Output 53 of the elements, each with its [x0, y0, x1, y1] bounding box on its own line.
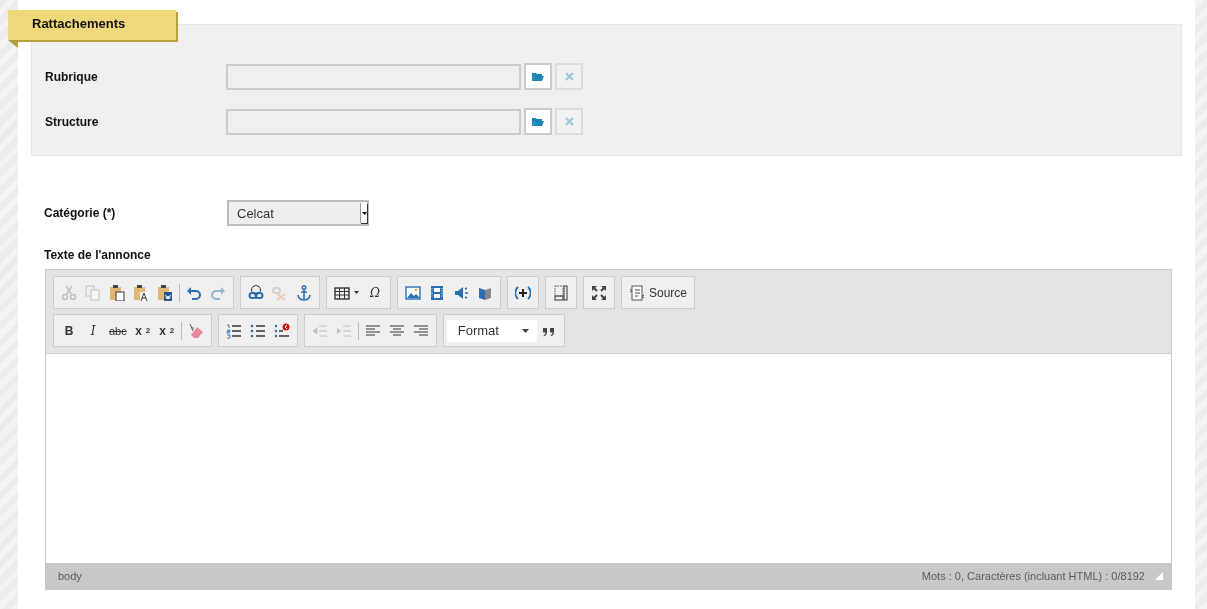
field-label: Texte de l'annonce	[43, 247, 152, 262]
format-button[interactable]: I	[81, 318, 105, 343]
anchor-icon	[296, 284, 312, 301]
tab-fold	[8, 40, 18, 48]
numbered-list-icon	[225, 322, 242, 339]
eraser-icon	[187, 322, 204, 339]
maximize-icon	[591, 284, 607, 301]
list-remove-icon	[273, 322, 290, 339]
link-icon	[248, 284, 264, 301]
input-field[interactable]	[226, 108, 521, 135]
caret-icon	[521, 328, 529, 333]
format-button[interactable]: B	[57, 318, 81, 343]
plus-parens-icon	[515, 284, 531, 301]
scissors-icon	[61, 284, 77, 301]
film-icon	[429, 284, 445, 301]
format-button[interactable]: abc	[105, 318, 131, 343]
format-button[interactable]: x$^{2}$	[154, 318, 179, 343]
align-left-icon	[364, 322, 381, 339]
category-select[interactable]: Celcat	[227, 200, 369, 226]
character-counter: Mots : 0, Caractères (incluant HTML) : 0/8192	[921, 570, 1145, 582]
format-button[interactable]: Ω	[363, 280, 387, 305]
close-icon	[564, 117, 574, 126]
bulleted-list-icon	[249, 322, 266, 339]
format-dropdown[interactable]: Format	[446, 319, 537, 342]
field-label: Catégorie (*)	[44, 206, 117, 220]
folder-icon	[532, 72, 544, 81]
source-code-icon	[629, 284, 645, 301]
align-center-icon	[388, 322, 405, 339]
input-field[interactable]	[226, 63, 521, 90]
folder-icon	[532, 117, 544, 126]
browse-button[interactable]	[524, 108, 552, 135]
caret-icon	[361, 211, 367, 215]
clipboard-text-icon	[133, 284, 149, 301]
speaker-icon	[453, 284, 469, 301]
browse-button[interactable]	[524, 63, 552, 90]
unlink-icon	[272, 284, 288, 301]
element-path: body	[58, 570, 82, 582]
resize-grip-icon[interactable]	[1155, 572, 1163, 580]
indent-icon	[335, 322, 352, 339]
outdent-icon	[311, 322, 328, 339]
clipboard-icon	[109, 284, 125, 301]
copy-icon	[85, 284, 101, 301]
redo-icon	[210, 284, 226, 301]
table-icon	[334, 284, 350, 301]
source-button[interactable]: Source	[625, 280, 692, 305]
align-right-icon	[412, 322, 429, 339]
close-icon	[564, 72, 574, 81]
image-icon	[405, 284, 421, 301]
caret-icon	[354, 291, 359, 294]
clipboard-word-icon	[157, 284, 173, 301]
page-break-icon	[553, 284, 569, 301]
field-label: Structure	[45, 114, 100, 129]
field-label: Rubrique	[45, 69, 99, 84]
